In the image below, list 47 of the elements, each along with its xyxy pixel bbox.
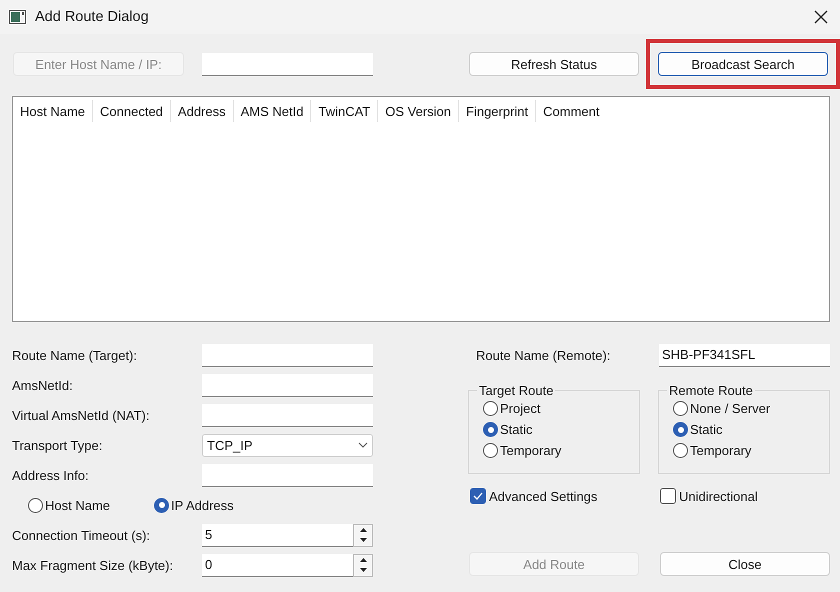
number-field[interactable]: 0 (202, 554, 353, 576)
column-header[interactable]: Address (170, 100, 234, 122)
radio-button[interactable]: IP Address (154, 498, 234, 512)
column-header[interactable]: Comment (536, 100, 607, 122)
field-label: Address Info: (12, 468, 90, 482)
field-label: Virtual AmsNetId (NAT): (12, 408, 150, 422)
number-field[interactable]: 5 (202, 524, 353, 546)
group-title: Target Route (478, 383, 554, 398)
column-header[interactable]: TwinCAT (311, 100, 378, 122)
column-header[interactable]: OS Version (378, 100, 460, 122)
field-label: Route Name (Target): (12, 348, 138, 362)
group-title: Remote Route (668, 383, 754, 398)
input-field[interactable] (202, 344, 373, 366)
column-header[interactable]: Host Name (13, 100, 94, 122)
column-header[interactable]: AMS NetId (234, 100, 312, 122)
radio-button[interactable]: Temporary (673, 443, 829, 458)
input-field[interactable] (202, 404, 373, 426)
radio-button[interactable]: Static (483, 422, 639, 437)
action-button[interactable]: Refresh Status (469, 52, 639, 76)
input-field[interactable] (202, 374, 373, 396)
spin-buttons[interactable] (353, 524, 373, 546)
action-button[interactable]: Broadcast Search (658, 52, 828, 76)
window-title: Add Route Dialog (35, 9, 149, 25)
radio-button[interactable]: Static (673, 422, 829, 437)
column-header[interactable]: Fingerprint (459, 100, 536, 122)
field-label: AmsNetId: (12, 378, 74, 392)
close-icon[interactable] (814, 10, 828, 24)
input-field[interactable] (202, 464, 373, 486)
chevron-down-icon (358, 442, 368, 448)
radio-button[interactable]: None / Server (673, 401, 829, 416)
dropdown[interactable]: TCP_IP (202, 434, 373, 456)
field-label: Max Fragment Size (kByte): (12, 558, 174, 572)
input-field[interactable]: SHB-PF341SFL (659, 344, 830, 366)
checkmark-icon (473, 492, 483, 500)
spin-buttons[interactable] (353, 554, 373, 576)
host-input-field[interactable] (202, 52, 373, 76)
radio-button[interactable]: Temporary (483, 443, 639, 458)
checkbox[interactable]: Unidirectional (660, 488, 810, 504)
field-label: Transport Type: (12, 438, 104, 452)
field-label: Route Name (Remote): (476, 348, 612, 362)
radio-button[interactable]: Host Name (28, 498, 110, 512)
action-button[interactable]: Close (660, 552, 830, 576)
column-header[interactable]: Connected (93, 100, 171, 122)
field-label: Connection Timeout (s): (12, 528, 152, 542)
checkbox[interactable]: Advanced Settings (470, 488, 620, 504)
window-icon (9, 10, 26, 24)
radio-button[interactable]: Project (483, 401, 639, 416)
